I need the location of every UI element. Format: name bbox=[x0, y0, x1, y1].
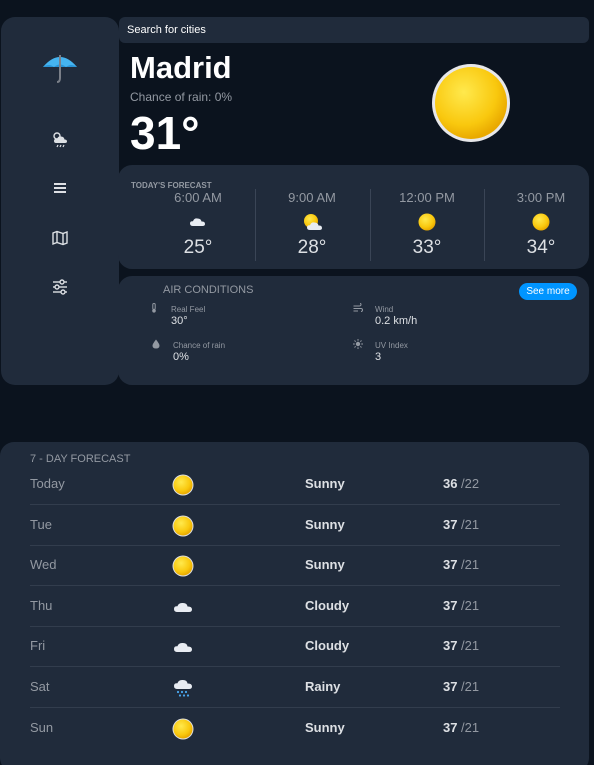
list-icon[interactable] bbox=[51, 179, 69, 197]
hour-temp: 25° bbox=[183, 237, 213, 258]
wind-icon bbox=[353, 303, 363, 312]
rain-chance: Chance of rain: 0% bbox=[130, 90, 233, 104]
rain-chance-value: 0% bbox=[173, 351, 189, 363]
sun-icon bbox=[432, 64, 510, 142]
forecast-condition: Sunny bbox=[305, 476, 345, 491]
forecast-row: Tue Sunny 37 /21 bbox=[30, 505, 560, 546]
hour-temp: 33° bbox=[412, 237, 442, 258]
hour-time: 9:00 AM bbox=[288, 190, 336, 205]
cloud-icon bbox=[190, 218, 205, 226]
forecast-low: /22 bbox=[461, 476, 480, 491]
hourly-item: 12:00 PM 33° bbox=[370, 189, 484, 263]
forecast-condition: Sunny bbox=[305, 517, 345, 532]
forecast-day: Sat bbox=[30, 679, 50, 694]
city-name: Madrid bbox=[130, 50, 232, 85]
forecast-row: Wed Sunny 37 /21 bbox=[30, 545, 560, 586]
droplet-icon bbox=[152, 339, 160, 349]
hourly-item: 9:00 AM 28° bbox=[255, 189, 369, 263]
hour-time: 12:00 PM bbox=[399, 190, 455, 205]
forecast-high: 37 bbox=[443, 638, 458, 653]
forecast-day: Fri bbox=[30, 638, 46, 653]
hour-time: 3:00 PM bbox=[516, 190, 566, 205]
forecast-row: Thu Cloudy 37 /21 bbox=[30, 586, 560, 627]
see-more-button[interactable]: See more bbox=[519, 283, 577, 300]
rain-cloud-icon bbox=[174, 679, 192, 697]
sun-icon bbox=[532, 213, 550, 231]
real-feel-label: Real Feel bbox=[171, 305, 206, 314]
forecast-row: Today Sunny 36 /22 bbox=[30, 464, 560, 505]
air-conditions-label: AIR CONDITIONS bbox=[163, 284, 254, 296]
cloud-icon bbox=[174, 642, 192, 652]
forecast-high: 37 bbox=[443, 557, 458, 572]
hour-time: 6:00 AM bbox=[174, 190, 222, 205]
forecast-high: 37 bbox=[443, 598, 458, 613]
forecast-day: Today bbox=[30, 476, 65, 491]
forecast-high: 36 bbox=[443, 476, 458, 491]
sun-icon bbox=[172, 555, 194, 577]
sidebar bbox=[1, 17, 119, 385]
forecast-low: /21 bbox=[461, 638, 480, 653]
wind-value: 0.2 km/h bbox=[375, 315, 418, 327]
air-conditions-panel: AIR CONDITIONS See more Real Feel 30° Wi… bbox=[118, 276, 589, 385]
cloud-icon bbox=[174, 602, 192, 612]
sun-icon bbox=[172, 718, 194, 740]
forecast-condition: Cloudy bbox=[305, 638, 350, 653]
sun-icon bbox=[418, 213, 436, 231]
forecast-condition: Rainy bbox=[305, 679, 341, 694]
hourly-item: 6:00 AM 25° bbox=[141, 189, 255, 263]
forecast-day: Wed bbox=[30, 557, 57, 572]
forecast-condition: Sunny bbox=[305, 720, 345, 735]
partly-cloudy-icon bbox=[304, 214, 322, 230]
cloud-sun-rain-icon[interactable] bbox=[51, 130, 69, 148]
wind-label: Wind bbox=[375, 305, 394, 314]
rain-chance-label: Chance of rain bbox=[173, 341, 226, 350]
map-icon[interactable] bbox=[51, 229, 69, 247]
forecast-day: Sun bbox=[30, 720, 54, 735]
hourly-item: 3:00 PM 34° bbox=[484, 189, 594, 263]
sliders-icon[interactable] bbox=[51, 278, 69, 296]
forecast-low: /21 bbox=[461, 517, 480, 532]
forecast-low: /21 bbox=[461, 598, 480, 613]
thermometer-icon bbox=[152, 303, 156, 313]
forecast-day: Tue bbox=[30, 517, 52, 532]
umbrella-icon[interactable] bbox=[41, 51, 79, 85]
forecast-condition: Sunny bbox=[305, 557, 345, 572]
forecast-row: Sat Rainy 37 /21 bbox=[30, 667, 560, 708]
forecast-day: Thu bbox=[30, 598, 53, 613]
sun-icon bbox=[172, 515, 194, 537]
forecast-row: Fri Cloudy 37 /21 bbox=[30, 626, 560, 667]
uv-index-label: UV Index bbox=[375, 341, 408, 350]
real-feel-value: 30° bbox=[171, 315, 188, 327]
forecast-low: /21 bbox=[461, 679, 480, 694]
forecast-high: 37 bbox=[443, 517, 458, 532]
hourly-forecast-panel: TODAY'S FORECAST 6:00 AM 25° 9:00 AM 28°… bbox=[118, 165, 589, 269]
forecast-low: /21 bbox=[461, 720, 480, 735]
forecast-high: 37 bbox=[443, 679, 458, 694]
forecast-condition: Cloudy bbox=[305, 598, 350, 613]
hour-temp: 34° bbox=[526, 237, 556, 258]
search-input[interactable] bbox=[119, 17, 589, 43]
sun-icon bbox=[172, 474, 194, 496]
uv-index-value: 3 bbox=[375, 351, 382, 363]
sun-small-icon bbox=[353, 339, 363, 349]
weekly-forecast-panel: 7 - DAY FORECAST Today Sunny 36 /22 Tue … bbox=[0, 442, 589, 765]
current-temperature: 31° bbox=[130, 107, 200, 159]
forecast-row: Sun Sunny 37 /21 bbox=[30, 708, 560, 748]
hour-temp: 28° bbox=[297, 237, 327, 258]
forecast-high: 37 bbox=[443, 720, 458, 735]
forecast-low: /21 bbox=[461, 557, 480, 572]
